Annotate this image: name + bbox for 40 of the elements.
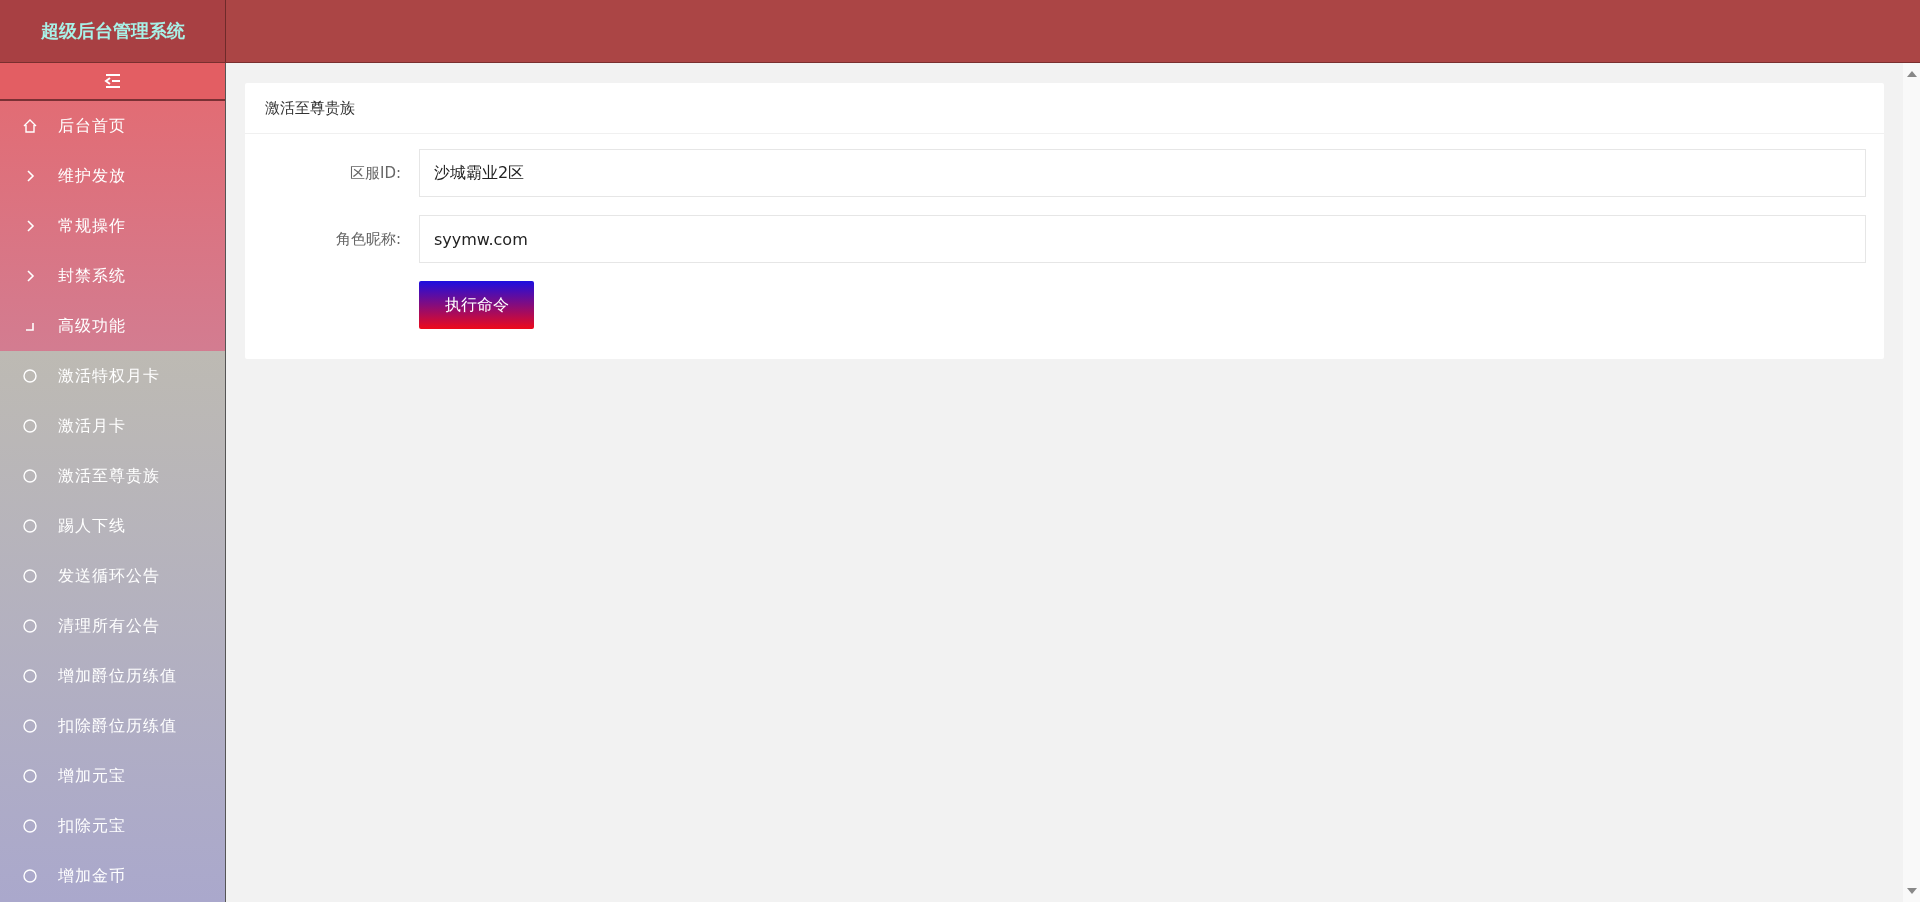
circle-icon: [22, 768, 38, 784]
sidebar-subitem[interactable]: 扣除爵位历练值: [0, 701, 225, 751]
sidebar-item[interactable]: 常规操作: [0, 201, 225, 251]
input-field[interactable]: 沙城霸业2区: [419, 149, 1866, 197]
home-icon: [22, 118, 38, 134]
circle-icon: [22, 868, 38, 884]
sidebar-subitem[interactable]: 扣除元宝: [0, 801, 225, 851]
scrollbar[interactable]: [1903, 63, 1920, 902]
sidebar-item[interactable]: 封禁系统: [0, 251, 225, 301]
field-label: 区服ID:: [348, 163, 401, 183]
sidebar-subitem[interactable]: 激活特权月卡: [0, 351, 225, 401]
circle-icon: [22, 618, 38, 634]
circle-icon: [22, 368, 38, 384]
sidebar-subitem[interactable]: 激活至尊贵族: [0, 451, 225, 501]
sidebar-subitem[interactable]: 增加爵位历练值: [0, 651, 225, 701]
circle-icon: [22, 418, 38, 434]
input-field[interactable]: syymw.com: [419, 215, 1866, 263]
sidebar-subitem[interactable]: 激活月卡: [0, 401, 225, 451]
card-title: 激活至尊贵族: [265, 98, 355, 118]
sidebar-item[interactable]: 维护发放: [0, 151, 225, 201]
sidebar-subitem[interactable]: 增加元宝: [0, 751, 225, 801]
sidebar-item[interactable]: 高级功能: [0, 301, 225, 351]
app-title: 超级后台管理系统: [40, 19, 185, 43]
sidebar-subitem[interactable]: 发送循环公告: [0, 551, 225, 601]
execute-button[interactable]: 执行命令: [419, 281, 534, 329]
circle-icon: [22, 818, 38, 834]
scroll-down-icon[interactable]: [1906, 888, 1917, 894]
field-label: 角色昵称:: [334, 229, 401, 249]
sidebar-subitem[interactable]: 增加金币: [0, 851, 225, 901]
menu-icon: [103, 73, 122, 89]
circle-icon: [22, 468, 38, 484]
circle-icon: [22, 668, 38, 684]
circle-icon: [22, 568, 38, 584]
menu-toggle-button[interactable]: [0, 63, 225, 101]
sidebar-subitem[interactable]: 踢人下线: [0, 501, 225, 551]
circle-icon: [22, 718, 38, 734]
circle-icon: [22, 518, 38, 534]
sidebar-item[interactable]: 后台首页: [0, 101, 225, 151]
sidebar-subitem[interactable]: 清理所有公告: [0, 601, 225, 651]
scroll-up-icon[interactable]: [1906, 71, 1917, 77]
